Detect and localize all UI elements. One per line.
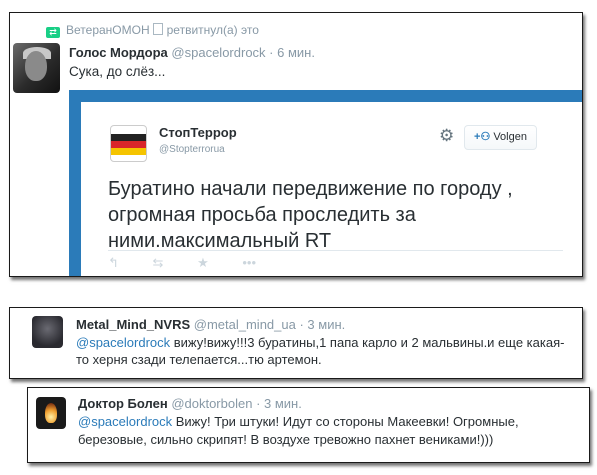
reply-icon[interactable]: ↰ [108, 255, 119, 271]
retweet-label: ретвитнул(а) это [166, 23, 259, 37]
retweet-icon: ⇄ [46, 27, 60, 38]
avatar[interactable] [32, 316, 63, 348]
tweet-card-3: Доктор Болен @doktorbolen · 3 мин. @spac… [27, 387, 590, 463]
avatar[interactable] [36, 397, 66, 429]
author-handle[interactable]: @metal_mind_ua [194, 317, 296, 332]
author-name[interactable]: СтопТеррор [159, 125, 237, 140]
follow-label: Volgen [493, 131, 527, 143]
avatar[interactable] [110, 125, 147, 162]
retweeter-name[interactable]: ВетеранОМОН [66, 23, 150, 37]
author-handle[interactable]: @spacelordrock [171, 45, 265, 60]
divider [108, 250, 563, 251]
author-handle[interactable]: @Stopterrorua [159, 144, 225, 155]
mention-link[interactable]: @spacelordrock [78, 414, 172, 429]
favorite-icon[interactable]: ★ [197, 255, 209, 271]
gear-icon[interactable]: ⚙ [439, 126, 454, 146]
embedded-tweet-text: Буратино начали передвижение по городу ,… [108, 178, 513, 252]
timestamp[interactable]: · 3 мин. [256, 396, 302, 411]
retweet-icon[interactable]: ⇆ [153, 255, 164, 271]
retweet-context: ⇄ ВетеранОМОН ретвитнул(а) это [46, 23, 259, 38]
author-handle[interactable]: @doktorbolen [171, 396, 252, 411]
tweet-header: Голос Мордора @spacelordrock · 6 мин. [69, 45, 315, 60]
add-user-icon: +⚇ [474, 131, 491, 143]
tweet-actions: ↰ ⇆ ★ ••• [108, 255, 286, 271]
author-name[interactable]: Metal_Mind_NVRS [76, 317, 190, 332]
more-icon[interactable]: ••• [242, 255, 256, 270]
tweet-header: Metal_Mind_NVRS @metal_mind_ua · 3 мин. [76, 317, 345, 332]
avatar[interactable] [13, 43, 60, 93]
tweet-text: @spacelordrock вижу!вижу!!!3 буратины,1 … [76, 334, 576, 368]
tweet-text: @spacelordrock Вижу! Три штуки! Идут со … [78, 413, 583, 449]
timestamp[interactable]: · 3 мин. [299, 317, 345, 332]
user-icon [152, 23, 163, 35]
tweet-card-2: Metal_Mind_NVRS @metal_mind_ua · 3 мин. … [9, 307, 583, 379]
tweet-card-1: ⇄ ВетеранОМОН ретвитнул(а) это Голос Мордо… [9, 12, 583, 277]
tweet-text: Сука, до слёз... [69, 64, 166, 79]
tweet-header: Доктор Болен @doktorbolen · 3 мин. [78, 396, 302, 411]
author-name[interactable]: Голос Мордора [69, 45, 168, 60]
timestamp[interactable]: · 6 мин. [269, 45, 315, 60]
mention-link[interactable]: @spacelordrock [76, 335, 170, 350]
embedded-tweet[interactable]: СтопТеррор @Stopterrorua ⚙ +⚇ Volgen Бура… [69, 90, 582, 276]
follow-button[interactable]: +⚇ Volgen [464, 125, 537, 150]
author-name[interactable]: Доктор Болен [78, 396, 168, 411]
